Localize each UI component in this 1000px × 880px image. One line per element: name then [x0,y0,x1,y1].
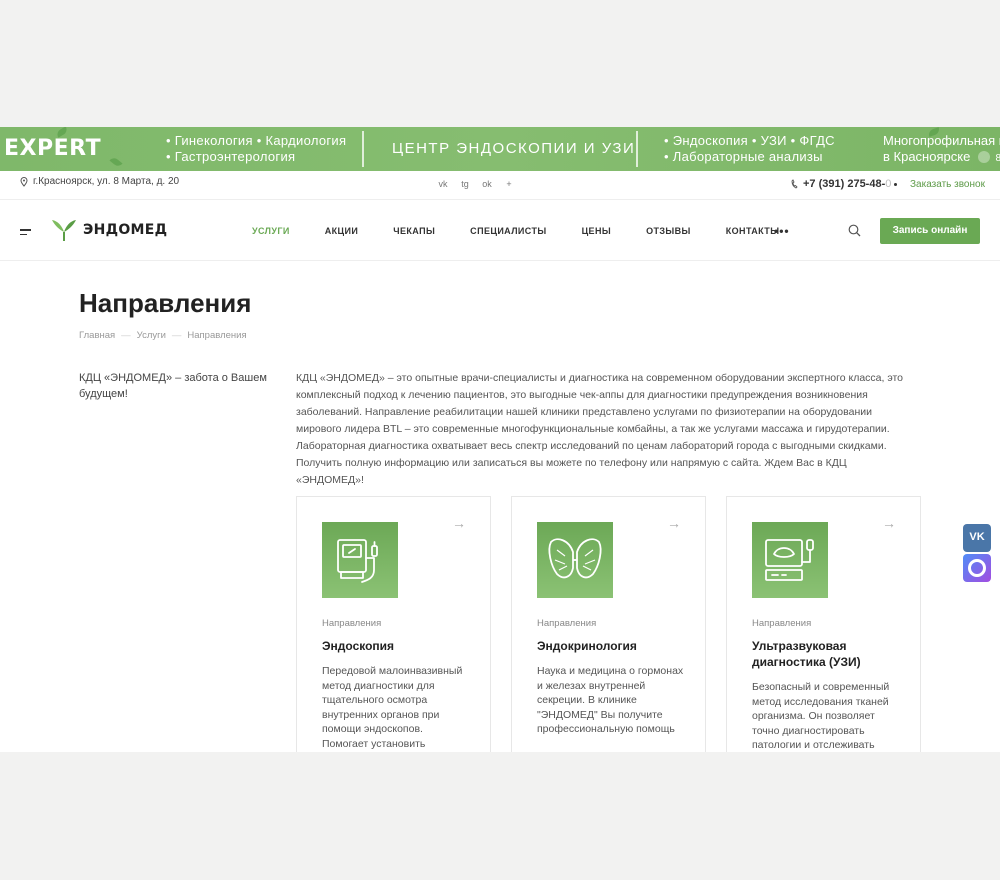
phone-icon [791,179,798,189]
card-image [752,522,828,598]
breadcrumb: Главная — Услуги — Направления [79,330,247,341]
nav-item-prices[interactable]: ЦЕНЫ [582,226,612,236]
main-header: ЭНДОМЕД УСЛУГИ АКЦИИ ЧЕКАПЫ СПЕЦИАЛИСТЫ … [0,199,1000,261]
card-category: Направления [537,618,597,629]
banner-far-tail: 8 М [995,153,1000,164]
site-logo[interactable]: ЭНДОМЕД [50,218,167,242]
nav-item-promotions[interactable]: АКЦИИ [325,226,359,236]
address-text: г.Красноярск, ул. 8 Марта, д. 20 [33,176,180,187]
thyroid-icon [548,538,602,579]
banner-left-line: • Гинекология • Кардиология [166,133,347,148]
card-title[interactable]: Эндоскопия [322,638,472,654]
direction-card-endoscopy[interactable]: → Направления Эндоскопия Передовой малои… [296,496,491,752]
social-links: vk tg ok + [438,179,514,189]
phone-number-fade: 0 [885,178,892,190]
breadcrumb-home[interactable]: Главная [79,330,115,341]
banner-far-line: Многопрофильная к [883,133,1000,148]
floating-messenger-button[interactable] [963,554,991,582]
arrow-right-icon[interactable]: → [452,515,466,531]
vk-icon: VK [969,531,985,543]
breadcrumb-current: Направления [187,330,247,341]
arrow-right-icon[interactable]: → [882,515,896,531]
address[interactable]: г.Красноярск, ул. 8 Марта, д. 20 [20,176,179,187]
breadcrumb-separator: — [171,330,182,341]
vk-icon[interactable]: vk [438,179,448,189]
card-image [322,522,398,598]
banner-right-line: • Лабораторные анализы [664,149,823,164]
logo-leaf-icon [52,220,76,241]
banner-far-city: в Красноярске [883,149,971,164]
endoscope-icon [337,539,378,583]
nav-more-button[interactable]: ••• [774,224,790,238]
banner-far-right: Многопрофильная к в Красноярске 8 М [883,133,1000,167]
card-category: Направления [322,618,382,629]
banner-divider [362,131,364,167]
info-bar: г.Красноярск, ул. 8 Марта, д. 20 vk tg o… [0,171,1000,199]
promo-banner[interactable]: EXPERT • Гинекология • Кардиология • Гас… [0,127,1000,171]
banner-divider [636,131,638,167]
nav-item-reviews[interactable]: ОТЗЫВЫ [646,226,691,236]
arrow-right-icon[interactable]: → [667,515,681,531]
banner-left-line: • Гастроэнтерология [166,149,296,164]
leaf-decoration-icon [109,155,123,169]
nav-item-contacts[interactable]: КОНТАКТЫ [726,226,780,236]
banner-far-line: в Красноярске 8 М [883,149,1000,167]
logo-text: ЭНДОМЕД [83,222,168,238]
banner-left-list: • Гинекология • Кардиология • Гастроэнте… [166,133,346,165]
card-category: Направления [752,618,812,629]
card-title[interactable]: Эндокринология [537,638,687,654]
main-nav: УСЛУГИ АКЦИИ ЧЕКАПЫ СПЕЦИАЛИСТЫ ЦЕНЫ ОТЗ… [252,224,814,238]
pin-icon [977,151,990,163]
breadcrumb-services[interactable]: Услуги [137,330,166,341]
banner-center-title: ЦЕНТР ЭНДОСКОПИИ И УЗИ [392,140,636,157]
messenger-icon [968,559,986,577]
menu-burger-icon[interactable] [20,229,31,238]
card-image [537,522,613,598]
plus-icon[interactable]: + [504,179,514,189]
floating-vk-button[interactable]: VK [963,524,991,552]
book-online-button[interactable]: Запись онлайн [880,218,980,244]
phone-link[interactable]: +7 (391) 275-48-0 [791,178,891,190]
location-pin-icon [20,176,28,187]
ultrasound-machine-icon [765,539,814,581]
card-text: Безопасный и современный метод исследова… [752,681,890,751]
banner-right-list: • Эндоскопия • УЗИ • ФГДС • Лабораторные… [664,133,835,165]
banner-right-line: • Эндоскопия • УЗИ • ФГДС [664,133,835,148]
odnoklassniki-icon[interactable]: ok [482,179,492,189]
card-text: Передовой малоинвазивный метод диагности… [322,665,463,750]
telegram-icon[interactable]: tg [460,179,470,189]
card-text: Наука и медицина о гормонах и железах вн… [537,665,684,735]
direction-card-ultrasound[interactable]: → Направления Ультразвуковая диагностика… [726,496,921,752]
phone-number: +7 (391) 275-48- [803,178,886,190]
nav-item-services[interactable]: УСЛУГИ [252,226,290,236]
page-title: Направления [79,288,252,318]
breadcrumb-separator: — [121,330,131,341]
side-tagline: КДЦ «ЭНДОМЕД» – забота о Вашем будущем! [79,372,267,400]
card-title[interactable]: Ультразвуковая диагностика (УЗИ) [752,638,902,670]
nav-item-checkups[interactable]: ЧЕКАПЫ [393,226,435,236]
callback-link[interactable]: Заказать звонок [910,179,985,190]
search-icon[interactable] [848,224,861,237]
direction-card-endocrinology[interactable]: → Направления Эндокринология Наука и мед… [511,496,706,752]
page-description: КДЦ «ЭНДОМЕД» – это опытные врачи-специа… [296,372,903,486]
nav-item-specialists[interactable]: СПЕЦИАЛИСТЫ [470,226,546,236]
separator-dot [894,183,897,186]
banner-brand: EXPERT [4,136,102,161]
page-viewport: EXPERT • Гинекология • Кардиология • Гас… [0,127,1000,752]
